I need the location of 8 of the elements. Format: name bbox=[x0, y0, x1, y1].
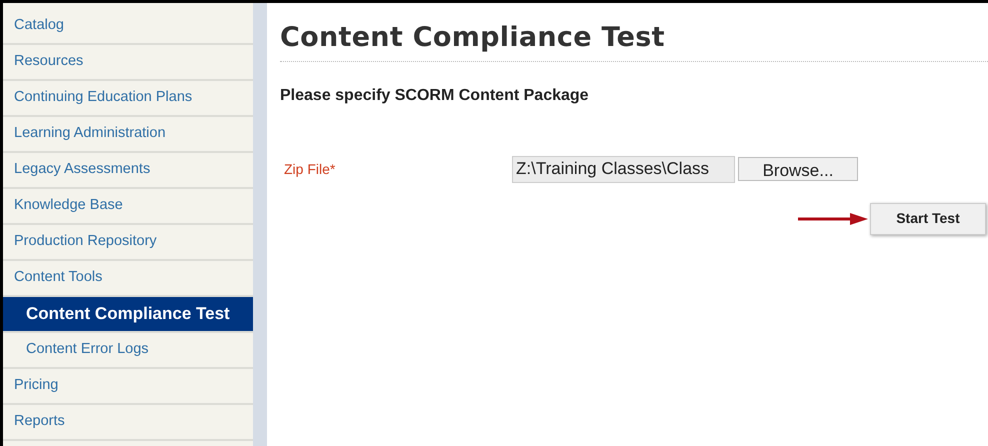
file-path-field[interactable]: Z:\Training Classes\Class bbox=[512, 156, 735, 182]
section-heading: Please specify SCORM Content Package bbox=[280, 86, 590, 106]
field-label: Zip File* bbox=[283, 160, 336, 179]
sidebar-item[interactable]: Content Compliance Test bbox=[3, 297, 253, 333]
page-title: Content Compliance Test bbox=[280, 18, 988, 62]
arrow-icon bbox=[798, 212, 868, 226]
browse-button[interactable]: Browse... bbox=[738, 157, 858, 181]
start-test-button[interactable]: Start Test bbox=[870, 202, 986, 234]
